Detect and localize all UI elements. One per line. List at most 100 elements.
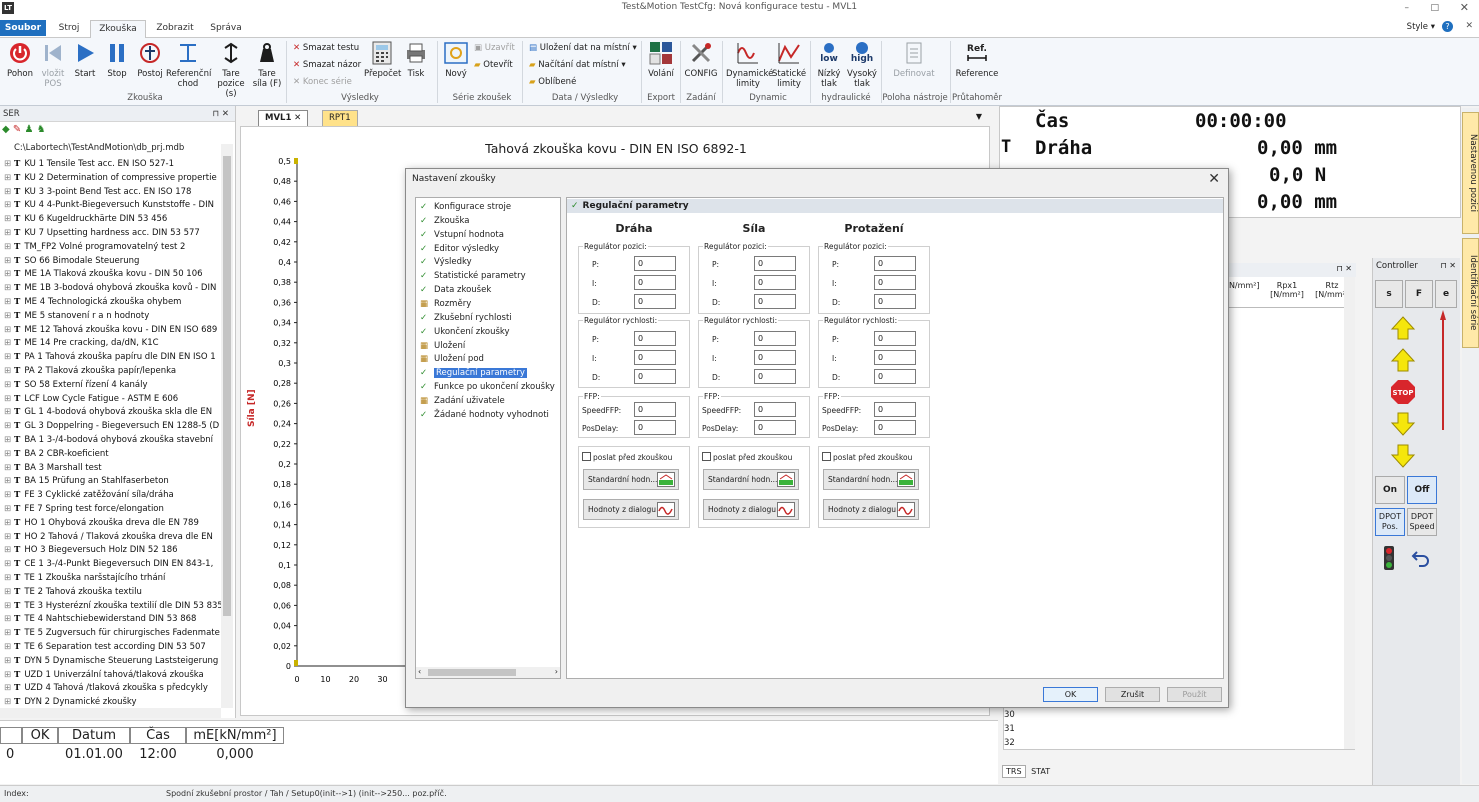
tree-item[interactable]: ⊞ T TE 1 Zkouška naršstajícího trhání: [4, 571, 165, 585]
nav-item[interactable]: ✓ Výsledky: [420, 256, 472, 270]
checkbox-box[interactable]: [702, 452, 711, 461]
reg-pos-d-input[interactable]: 0: [874, 294, 916, 309]
reg-pos-i-input[interactable]: 0: [754, 275, 796, 290]
scroll-left-icon[interactable]: ‹: [418, 667, 421, 676]
mode-s-button[interactable]: s: [1375, 280, 1403, 308]
nav-item[interactable]: ▦ Uložení: [420, 340, 465, 354]
speedffp-input[interactable]: 0: [874, 402, 916, 417]
uzavrit-button[interactable]: ▣ Uzavřít: [474, 43, 515, 53]
expand-icon[interactable]: ⊞: [4, 254, 12, 268]
close-button[interactable]: ✕: [1460, 1, 1469, 14]
reg-pos-p-input[interactable]: 0: [634, 256, 676, 271]
on-button[interactable]: On: [1375, 476, 1405, 504]
stop-button[interactable]: Stop: [102, 40, 132, 79]
nav-item[interactable]: ✓ Statistické parametry: [420, 270, 526, 284]
tree-item[interactable]: ⊞ T HO 1 Ohybová zkouška dreva dle EN 789: [4, 516, 199, 530]
nav-item[interactable]: ✓ Regulační parametry: [420, 367, 527, 381]
down-button[interactable]: [1389, 410, 1417, 438]
expand-icon[interactable]: ⊞: [4, 612, 12, 626]
checkbox-box[interactable]: [822, 452, 831, 461]
expand-icon[interactable]: ⊞: [4, 488, 12, 502]
grid-row-30[interactable]: 30: [1004, 710, 1015, 720]
expand-icon[interactable]: ⊞: [4, 461, 12, 475]
expand-icon[interactable]: ⊞: [4, 543, 12, 557]
tree-item[interactable]: ⊞ T FE 3 Cyklické zatěžování síla/dráha: [4, 488, 174, 502]
expand-icon[interactable]: ⊞: [4, 295, 12, 309]
reg-pos-p-input[interactable]: 0: [754, 256, 796, 271]
mode-f-button[interactable]: F: [1405, 280, 1433, 308]
pin-icon[interactable]: ⊓ ✕: [213, 106, 229, 122]
grid-row-32[interactable]: 32: [1004, 738, 1015, 748]
nav-item[interactable]: ✓ Editor výsledky: [420, 243, 499, 257]
tab-soubor[interactable]: Soubor: [0, 20, 46, 36]
tree-item[interactable]: ⊞ T TE 2 Tahová zkouška textilu: [4, 585, 142, 599]
standard-values-button[interactable]: Standardní hodn...: [823, 469, 919, 490]
dialog-values-button[interactable]: Hodnoty z dialogu: [823, 499, 919, 520]
tree-item[interactable]: ⊞ T KU 7 Upsetting hardness acc. DIN 53 57…: [4, 226, 200, 240]
controller-pin-icon[interactable]: ⊓ ✕: [1441, 261, 1457, 270]
tree-item[interactable]: ⊞ T BA 15 Prüfung an Stahlfaserbeton: [4, 474, 169, 488]
doc-tabs-menu-icon[interactable]: ▼: [976, 112, 982, 121]
posdelay-input[interactable]: 0: [754, 420, 796, 435]
dpot-speed-button[interactable]: DPOT Speed: [1407, 508, 1437, 536]
grid-pin-icon[interactable]: ⊓ ✕: [1337, 264, 1353, 273]
otevrit-button[interactable]: ▰ Otevřít: [474, 60, 513, 70]
users-icon[interactable]: ♟: [24, 124, 33, 135]
tree-item[interactable]: ⊞ T KU 3 3-point Bend Test acc. EN ISO 178: [4, 185, 191, 199]
users-settings-icon[interactable]: ♞: [37, 124, 46, 135]
nav-item[interactable]: ▦ Uložení pod: [420, 353, 484, 367]
dpot-pos-button[interactable]: DPOT Pos.: [1375, 508, 1405, 536]
tree-item[interactable]: ⊞ T ME 5 stanovení r a n hodnoty: [4, 309, 149, 323]
expand-icon[interactable]: ⊞: [4, 405, 12, 419]
expand-icon[interactable]: ⊞: [4, 585, 12, 599]
tare-pozice-button[interactable]: Tare pozice (s): [212, 40, 250, 99]
undo-button[interactable]: [1407, 544, 1435, 572]
maximize-button[interactable]: □: [1430, 3, 1439, 13]
help-icon[interactable]: ?: [1442, 21, 1453, 32]
tab-sprava[interactable]: Správa: [204, 20, 248, 38]
nav-item[interactable]: ✓ Zkouška: [420, 215, 469, 229]
tree-root[interactable]: C:\Labortech\TestAndMotion\db_prj.mdb: [14, 143, 184, 153]
send-before-test-checkbox[interactable]: poslat před zkouškou: [702, 452, 792, 462]
reg-pos-p-input[interactable]: 0: [874, 256, 916, 271]
nav-item[interactable]: ✓ Zkušební rychlosti: [420, 312, 512, 326]
config-button[interactable]: CONFIG: [684, 40, 718, 79]
vlozit-pos-button[interactable]: vložit POS: [38, 40, 68, 89]
expand-icon[interactable]: ⊞: [4, 212, 12, 226]
speedffp-input[interactable]: 0: [634, 402, 676, 417]
expand-icon[interactable]: ⊞: [4, 433, 12, 447]
tab-zkouska[interactable]: Zkouška: [90, 20, 146, 39]
tree-item[interactable]: ⊞ T ME 12 Tahová zkouška kovu - DIN EN ISO…: [4, 323, 217, 337]
reg-rych-p-input[interactable]: 0: [874, 331, 916, 346]
side-tab-pozice[interactable]: Nastavenou pozici: [1462, 112, 1479, 234]
expand-icon[interactable]: ⊞: [4, 640, 12, 654]
pen-icon[interactable]: ✎: [13, 124, 21, 135]
expand-icon[interactable]: ⊞: [4, 668, 12, 682]
definovat-button[interactable]: Definovat: [890, 40, 938, 79]
axis-marker[interactable]: [294, 660, 298, 666]
doc-tab-mvl1[interactable]: MVL1 ✕: [258, 110, 309, 126]
tree-item[interactable]: ⊞ T CE 1 3-/4-Punkt Biegeversuch DIN EN 84…: [4, 557, 213, 571]
start-button[interactable]: Start: [70, 40, 100, 79]
reg-rych-p-input[interactable]: 0: [754, 331, 796, 346]
tree-item[interactable]: ⊞ T TE 6 Separation test according DIN 53 …: [4, 640, 206, 654]
expand-icon[interactable]: ⊞: [4, 364, 12, 378]
tree-item[interactable]: ⊞ T ME 14 Pre cracking, da/dN, K1C: [4, 336, 159, 350]
expand-icon[interactable]: ⊞: [4, 309, 12, 323]
expand-icon[interactable]: ⊞: [4, 185, 12, 199]
expand-icon[interactable]: ⊞: [4, 557, 12, 571]
tree-item[interactable]: ⊞ T TE 4 Nahtschiebewiderstand DIN 53 868: [4, 612, 196, 626]
dynamicke-limity-button[interactable]: Dynamické limity: [726, 40, 773, 89]
expand-icon[interactable]: ⊞: [4, 226, 12, 240]
reg-rych-p-input[interactable]: 0: [634, 331, 676, 346]
scroll-right-icon[interactable]: ›: [555, 667, 558, 676]
pohon-button[interactable]: Pohon: [4, 40, 36, 79]
off-button[interactable]: Off: [1407, 476, 1437, 504]
tree-item[interactable]: ⊞ T FE 7 Spring test force/elongation: [4, 502, 164, 516]
reg-rych-d-input[interactable]: 0: [634, 369, 676, 384]
tree-item[interactable]: ⊞ T KU 2 Determination of compressive prop…: [4, 171, 217, 185]
reg-rych-i-input[interactable]: 0: [754, 350, 796, 365]
expand-icon[interactable]: ⊞: [4, 350, 12, 364]
volani-button[interactable]: Volání: [645, 40, 677, 79]
tree-item[interactable]: ⊞ T PA 2 Tlaková zkouška papír/lepenka: [4, 364, 176, 378]
